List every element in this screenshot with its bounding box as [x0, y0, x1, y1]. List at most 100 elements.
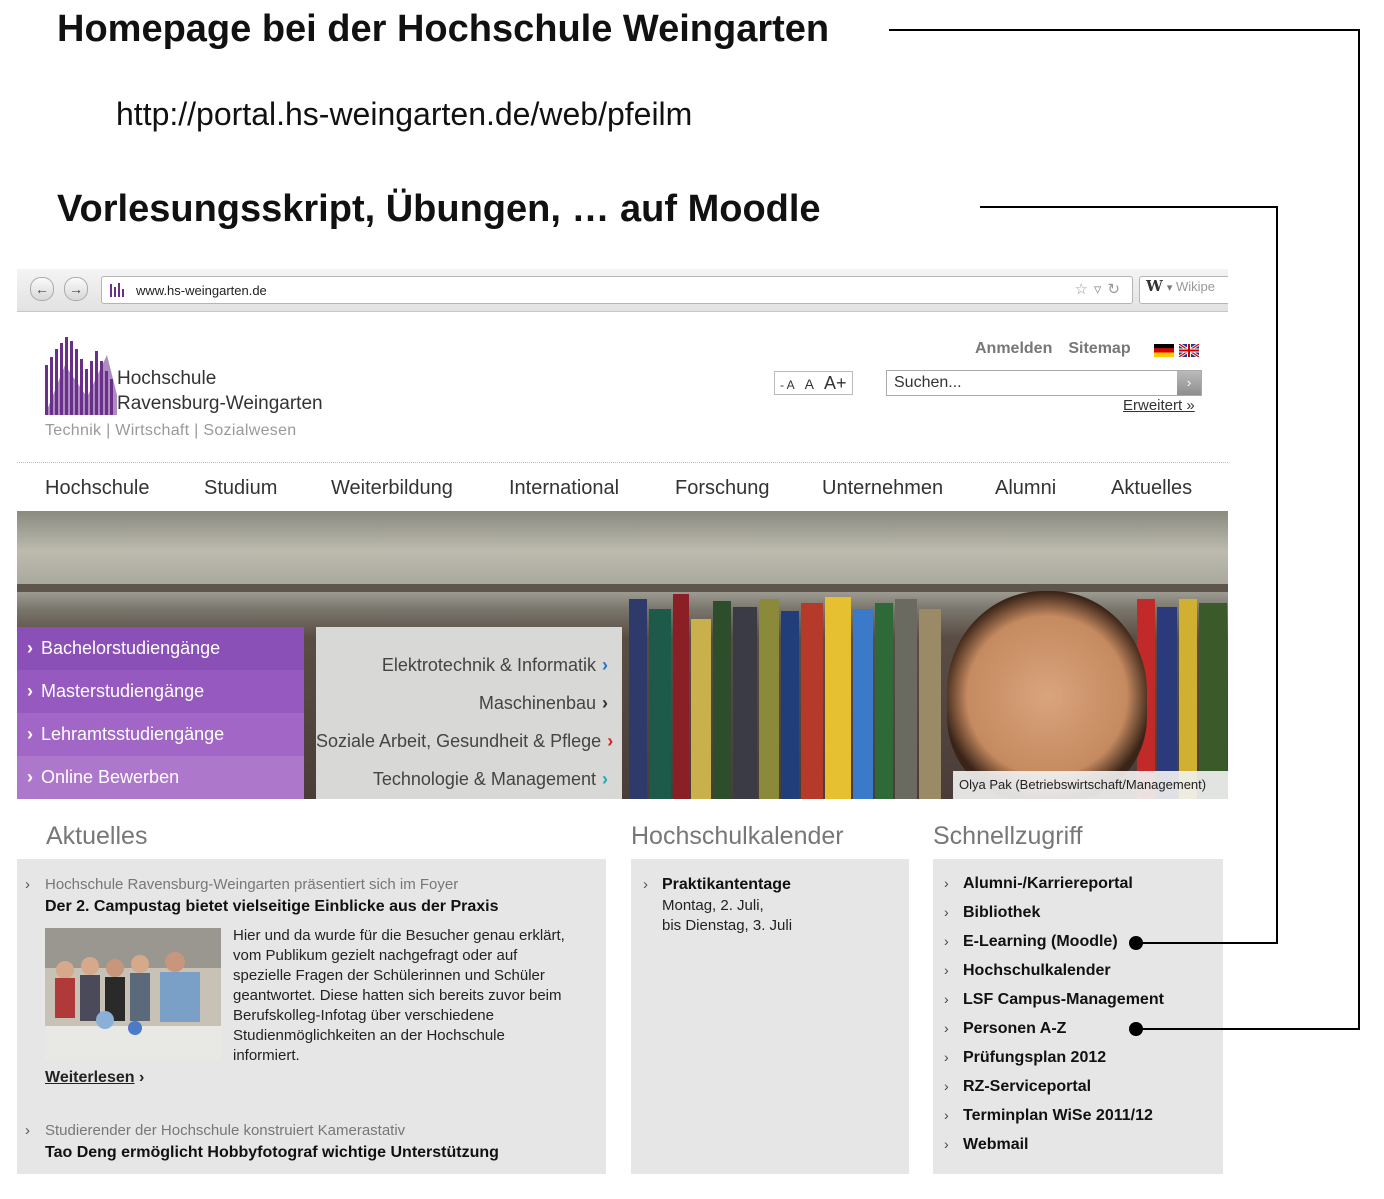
extended-search-link[interactable]: Erweitert » — [1123, 397, 1195, 414]
browser-toolbar: ← → www.hs-weingarten.de ☆▿↻ W ▾ Wikipe — [17, 269, 1228, 312]
menu-lehramt[interactable]: Lehramtsstudiengänge — [17, 713, 304, 756]
menu-bachelor[interactable]: Bachelorstudiengänge — [17, 627, 304, 670]
bullet-icon: › — [944, 933, 949, 949]
bullet-icon: › — [25, 1122, 30, 1139]
menu-master[interactable]: Masterstudiengänge — [17, 670, 304, 713]
browser-search-box[interactable]: W ▾ Wikipe — [1139, 276, 1228, 304]
book-spine — [691, 619, 711, 799]
german-flag-icon[interactable] — [1154, 344, 1174, 357]
book-spine — [649, 609, 671, 799]
quick-link-bibliothek[interactable]: Bibliothek — [963, 904, 1040, 922]
font-size-controls: - A A A+ — [774, 371, 853, 395]
nav-unternehmen[interactable]: Unternehmen — [822, 477, 943, 500]
font-increase-button[interactable]: A+ — [819, 372, 852, 394]
book-spine — [919, 609, 941, 799]
logo-name-line2: Ravensburg-Weingarten — [117, 393, 323, 414]
bullet-icon: › — [944, 1078, 949, 1094]
back-arrow-icon[interactable]: ← — [30, 277, 54, 301]
bullet-icon: › — [944, 962, 949, 978]
site-search-input[interactable] — [887, 371, 1173, 395]
quick-link-rz-serviceportal[interactable]: RZ-Serviceportal — [963, 1078, 1091, 1096]
search-go-button[interactable]: › — [1177, 371, 1201, 395]
slide-heading-moodle: Vorlesungsskript, Übungen, … auf Moodle — [57, 188, 821, 230]
book-spine — [673, 594, 689, 799]
quick-link-personen[interactable]: Personen A-Z — [963, 1020, 1066, 1038]
faculty-elektrotechnik[interactable]: Elektrotechnik & Informatik › — [316, 646, 622, 684]
slide-heading-homepage: Homepage bei der Hochschule Weingarten — [57, 8, 830, 50]
read-more-link[interactable]: Weiterlesen › — [45, 1069, 144, 1087]
quick-link-lsf[interactable]: LSF Campus-Management — [963, 991, 1164, 1009]
nav-aktuelles[interactable]: Aktuelles — [1111, 477, 1192, 500]
nav-weiterbildung[interactable]: Weiterbildung — [331, 477, 453, 500]
quick-link-hochschulkalender[interactable]: Hochschulkalender — [963, 962, 1111, 980]
quick-link-elearning-moodle[interactable]: E-Learning (Moodle) — [963, 933, 1118, 951]
nav-alumni[interactable]: Alumni — [995, 477, 1056, 500]
font-decrease-button[interactable]: - A — [775, 374, 800, 396]
faculty-label: Maschinenbau — [478, 693, 596, 713]
header-links: Anmelden Sitemap — [975, 340, 1147, 358]
bullet-icon: › — [25, 876, 30, 893]
site-favicon-icon — [110, 283, 124, 297]
student-photo — [947, 591, 1147, 799]
book-spine — [1179, 599, 1197, 799]
bullet-icon: › — [944, 1020, 949, 1036]
wikipedia-icon: W — [1146, 277, 1163, 295]
book-spine — [1199, 603, 1227, 799]
sitemap-link[interactable]: Sitemap — [1068, 340, 1130, 357]
calendar-date-line1: Montag, 2. Juli, — [662, 897, 764, 914]
news-title: Aktuelles — [46, 822, 148, 850]
news-headline[interactable]: Der 2. Campustag bietet vielseitige Einb… — [45, 898, 499, 916]
nav-hochschule[interactable]: Hochschule — [45, 477, 150, 500]
login-link[interactable]: Anmelden — [975, 340, 1052, 357]
faculty-maschinenbau[interactable]: Maschinenbau › — [316, 684, 622, 722]
bullet-icon: › — [944, 904, 949, 920]
browser-window: ← → www.hs-weingarten.de ☆▿↻ W ▾ Wikipe H… — [17, 269, 1228, 1174]
faculty-soziale-arbeit[interactable]: Soziale Arbeit, Gesundheit & Pflege › — [316, 722, 622, 760]
quick-access-title: Schnellzugriff — [933, 822, 1083, 850]
calendar-title: Hochschulkalender — [631, 822, 844, 850]
quick-link-terminplan[interactable]: Terminplan WiSe 2011/12 — [963, 1107, 1153, 1125]
nav-studium[interactable]: Studium — [204, 477, 277, 500]
chevron-right-icon: › — [602, 655, 608, 675]
address-bar[interactable]: www.hs-weingarten.de ☆▿↻ — [101, 276, 1133, 304]
bookmark-star-icon[interactable]: ☆▿↻ — [1074, 280, 1126, 298]
book-spine — [781, 611, 799, 799]
font-normal-button[interactable]: A — [800, 373, 819, 395]
news-headline[interactable]: Tao Deng ermöglicht Hobbyfotograf wichti… — [45, 1144, 499, 1162]
news-kicker: Studierender der Hochschule konstruiert … — [45, 1122, 406, 1139]
nav-international[interactable]: International — [509, 477, 619, 500]
calendar-event[interactable]: Praktikantentage — [662, 876, 791, 894]
bullet-icon: › — [944, 991, 949, 1007]
faculty-technologie-management[interactable]: Technologie & Management › — [316, 760, 622, 798]
hochschule-logo-icon[interactable] — [45, 335, 117, 417]
book-spine — [853, 609, 873, 799]
book-spine — [759, 599, 779, 799]
quick-link-pruefungsplan[interactable]: Prüfungsplan 2012 — [963, 1049, 1106, 1067]
faculty-label: Soziale Arbeit, Gesundheit & Pflege — [316, 731, 602, 751]
bullet-icon: › — [944, 1107, 949, 1123]
site-search-box: › — [886, 370, 1202, 396]
news-kicker: Hochschule Ravensburg-Weingarten präsent… — [45, 876, 459, 893]
quick-link-webmail[interactable]: Webmail — [963, 1136, 1029, 1154]
chevron-right-icon: › — [602, 769, 608, 789]
photo-caption: Olya Pak (Betriebswirtschaft/Management) — [953, 771, 1228, 799]
bullet-icon: › — [944, 1049, 949, 1065]
faculty-label: Technologie & Management — [372, 769, 596, 789]
logo-name-line1: Hochschule — [117, 368, 217, 389]
calendar-date-line2: bis Dienstag, 3. Juli — [662, 917, 793, 934]
forward-arrow-icon[interactable]: → — [64, 277, 88, 301]
nav-forschung[interactable]: Forschung — [675, 477, 770, 500]
english-flag-icon[interactable] — [1179, 344, 1199, 357]
search-engine-label: Wikipe — [1176, 279, 1216, 294]
menu-online-bewerben[interactable]: Online Bewerben — [17, 756, 304, 799]
campustag-photo — [45, 928, 221, 1059]
faculty-menu: Elektrotechnik & Informatik › Maschinenba… — [316, 627, 622, 799]
book-spine — [895, 599, 917, 799]
bullet-icon: › — [944, 875, 949, 891]
quick-access-panel: › Alumni-/Karriereportal › Bibliothek › E-L… — [933, 859, 1223, 1174]
quick-link-alumni[interactable]: Alumni-/Karriereportal — [963, 875, 1133, 893]
study-program-menu: Bachelorstudiengänge Masterstudiengänge … — [17, 627, 304, 799]
book-spine — [875, 603, 893, 799]
chevron-right-icon: › — [602, 693, 608, 713]
book-spine — [825, 597, 851, 799]
